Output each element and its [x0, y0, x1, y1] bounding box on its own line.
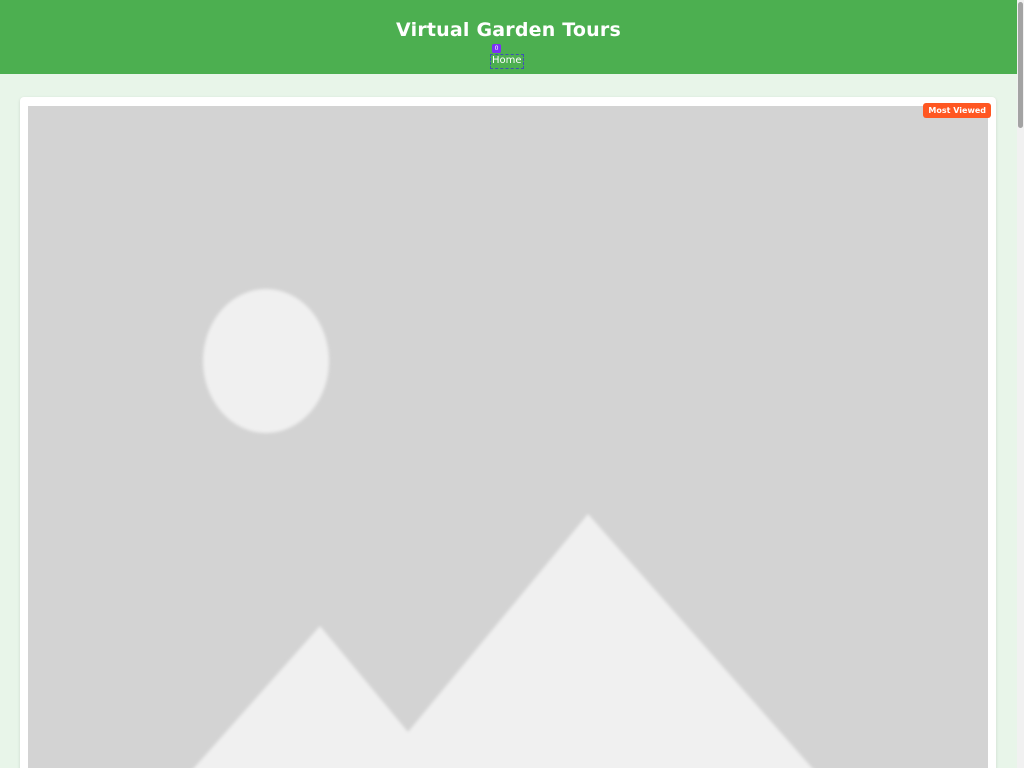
- page: Virtual Garden Tours 0 Home Most Viewed: [0, 0, 1024, 768]
- site-header: Virtual Garden Tours 0 Home: [0, 0, 1017, 74]
- vertical-scrollbar[interactable]: [1017, 0, 1024, 768]
- image-placeholder-icon: [28, 106, 988, 768]
- nav-home-link[interactable]: Home: [490, 54, 524, 69]
- page-title: Virtual Garden Tours: [396, 19, 621, 41]
- tour-card[interactable]: Most Viewed: [20, 97, 996, 768]
- sun-shape: [203, 289, 329, 433]
- scrollbar-thumb[interactable]: [1018, 2, 1023, 128]
- nav-badge: 0: [492, 44, 501, 53]
- most-viewed-badge: Most Viewed: [923, 103, 991, 118]
